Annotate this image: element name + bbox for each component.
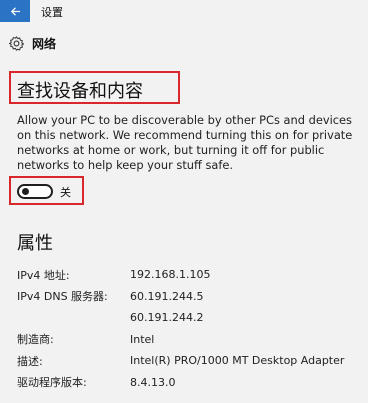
discovery-description: Allow your PC to be discoverable by othe… (17, 113, 353, 172)
property-value: Intel(R) PRO/1000 MT Desktop Adapter (130, 354, 345, 368)
property-value: 192.168.1.105 (130, 268, 211, 282)
property-value: Intel (130, 332, 155, 346)
property-row: 驱动程序版本: 8.4.13.0 (17, 372, 367, 394)
title-bar: 设置 (0, 0, 368, 22)
property-label: 驱动程序版本: (17, 376, 87, 390)
property-label: 描述: (17, 354, 43, 368)
property-label: IPv4 地址: (17, 268, 70, 282)
property-row: IPv4 DNS 服务器: 60.191.244.5 (17, 286, 367, 308)
property-label: 制造商: (17, 333, 54, 347)
toggle-knob (22, 188, 29, 195)
back-button[interactable] (0, 0, 30, 22)
property-value: 60.191.244.2 (130, 311, 204, 325)
property-value: 8.4.13.0 (130, 375, 176, 389)
section-title: 网络 (32, 36, 57, 51)
discovery-toggle[interactable] (17, 184, 53, 199)
gear-icon (8, 35, 25, 52)
property-label: IPv4 DNS 服务器: (17, 290, 108, 304)
toggle-state-label: 关 (60, 186, 71, 199)
property-row: 制造商: Intel (17, 329, 367, 351)
property-row: 描述: Intel(R) PRO/1000 MT Desktop Adapter (17, 350, 367, 372)
properties-list: IPv4 地址: 192.168.1.105 IPv4 DNS 服务器: 60.… (17, 264, 367, 393)
properties-heading: 属性 (17, 233, 53, 254)
section-header: 网络 (8, 33, 56, 53)
property-row: 60.191.244.2 (17, 307, 367, 329)
property-value: 60.191.244.5 (130, 289, 204, 303)
back-arrow-icon (10, 2, 21, 21)
discovery-heading: 查找设备和内容 (17, 81, 143, 102)
window-title: 设置 (41, 6, 63, 19)
property-row: IPv4 地址: 192.168.1.105 (17, 264, 367, 286)
